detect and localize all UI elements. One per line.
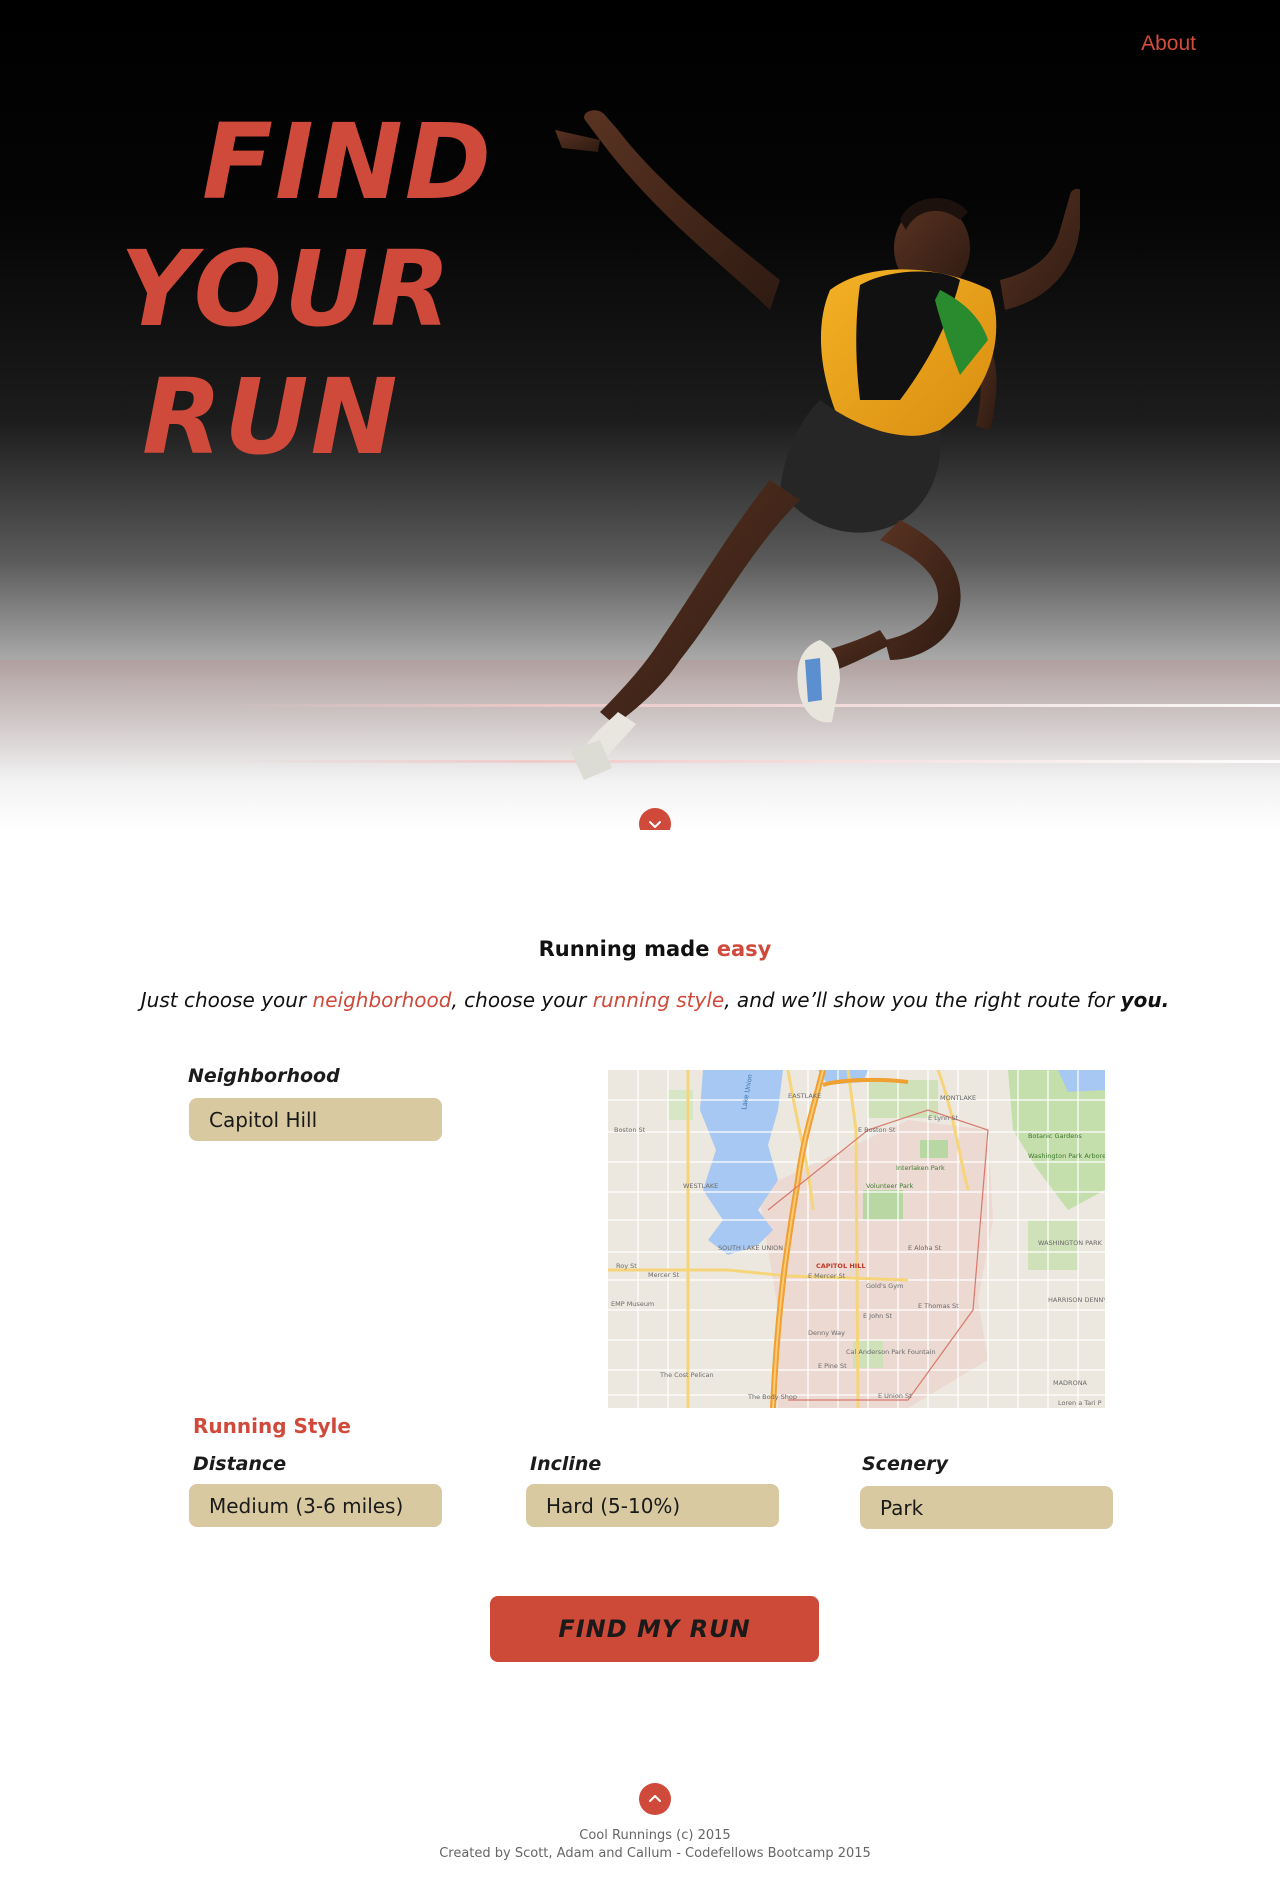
map-label: Denny Way [808, 1329, 845, 1337]
find-my-run-button[interactable]: FIND MY RUN [490, 1596, 819, 1662]
intro-text-part: Just choose your [140, 988, 313, 1012]
map-label: Gold's Gym [866, 1282, 903, 1290]
map-label: The Body Shop [747, 1393, 797, 1401]
map-label: E Boston St [858, 1126, 896, 1134]
map-label: E Union St [878, 1392, 912, 1400]
incline-label: Incline [530, 1453, 602, 1475]
scroll-to-top-button[interactable] [639, 1783, 671, 1815]
scenery-label: Scenery [862, 1453, 949, 1475]
neighborhood-label: Neighborhood [188, 1065, 340, 1087]
map-label: E John St [863, 1312, 892, 1320]
intro-text-emphasis: you. [1120, 988, 1170, 1012]
map-label: Loren a Tari P [1058, 1399, 1102, 1407]
about-link[interactable]: About [1141, 32, 1196, 56]
chevron-down-icon [649, 821, 661, 828]
map-label: HARRISON DENNY-BLAINE [1048, 1296, 1105, 1304]
scenery-select[interactable]: Park [860, 1486, 1113, 1529]
incline-select[interactable]: Hard (5-10%) [526, 1484, 779, 1527]
intro-heading: Running made easy [0, 937, 1280, 961]
intro-text-part: , choose your [451, 988, 593, 1012]
distance-select[interactable]: Medium (3-6 miles) [189, 1484, 442, 1527]
map-label: Botanic Gardens [1028, 1132, 1082, 1140]
intro-text-accent: running style [592, 988, 725, 1012]
map-label: Washington Park Arboretum Multi-Use [1028, 1152, 1105, 1160]
map-label: E Lynn St [928, 1114, 958, 1122]
map-label: The Cost Pelican [659, 1371, 714, 1379]
intro-heading-accent: easy [716, 937, 772, 961]
sprinter-image [555, 110, 1080, 780]
map-label: Mercer St [648, 1271, 680, 1279]
map-label: SOUTH LAKE UNION [718, 1244, 783, 1252]
intro-text-accent: neighborhood [312, 988, 452, 1012]
map-label: MADRONA [1053, 1379, 1088, 1387]
map-label: EASTLAKE [788, 1092, 821, 1100]
map-label: WESTLAKE [683, 1182, 718, 1190]
intro-heading-text: Running made [538, 937, 717, 961]
map-label: Roy St [616, 1262, 637, 1270]
map-label: Cal Anderson Park Fountain [846, 1348, 936, 1356]
map-label: E Thomas St [918, 1302, 959, 1310]
map-label: MONTLAKE [940, 1094, 976, 1102]
footer-credits: Created by Scott, Adam and Callum - Code… [439, 1846, 871, 1861]
map-canvas: EASTLAKE MONTLAKE Lake Union WESTLAKE CA… [608, 1070, 1105, 1408]
chevron-up-icon [649, 1795, 661, 1802]
neighborhood-select[interactable]: Capitol Hill [189, 1098, 442, 1141]
map-label: E Aloha St [908, 1244, 942, 1252]
map-label: Volunteer Park [866, 1182, 914, 1190]
map-label: CAPITOL HILL [816, 1262, 866, 1270]
map-label: E Mercer St [808, 1272, 846, 1280]
running-style-label: Running Style [193, 1414, 351, 1438]
map-label: E Pine St [818, 1362, 847, 1370]
map-label: WASHINGTON PARK [1038, 1239, 1103, 1247]
intro-text: Just choose your neighborhood, choose yo… [0, 988, 1280, 1012]
map-label: Interlaken Park [896, 1164, 945, 1172]
footer-copyright: Cool Runnings (c) 2015 [579, 1828, 731, 1843]
intro-text-part: , and we’ll show you the right route for [724, 988, 1121, 1012]
map-label: EMP Museum [611, 1300, 654, 1308]
distance-label: Distance [193, 1453, 287, 1475]
neighborhood-map[interactable]: EASTLAKE MONTLAKE Lake Union WESTLAKE CA… [608, 1070, 1105, 1408]
hero-section: About FIND YOUR RUN [0, 0, 1280, 830]
map-label: Boston St [614, 1126, 646, 1134]
